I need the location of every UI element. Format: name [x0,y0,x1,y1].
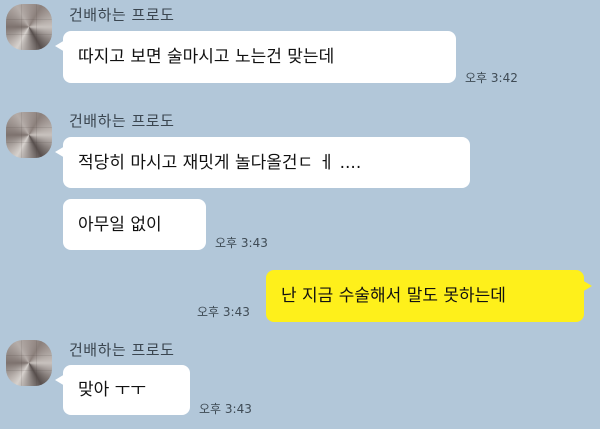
message-time: 오후 3:42 [465,71,518,85]
sender-avatar[interactable] [6,340,52,386]
my-message-bubble[interactable]: 난 지금 수술해서 말도 못하는데 [266,270,592,322]
sender-name: 건배하는 프로도 [69,112,175,130]
message-bubble[interactable]: 아무일 없이 [63,199,206,250]
message-bubble[interactable]: 따지고 보면 술마시고 노는건 맞는데 [55,31,456,83]
message-bubble[interactable]: 적당히 마시고 재밋게 놀다올건ㄷ ㅔ .... [55,137,470,188]
sender-avatar[interactable] [6,112,52,158]
sender-avatar[interactable] [6,4,52,50]
sender-name: 건배하는 프로도 [69,341,175,359]
sender-name: 건배하는 프로도 [69,6,175,24]
message-time: 오후 3:43 [199,402,252,416]
message-time: 오후 3:43 [215,236,268,250]
chat-area: 건배하는 프로도 따지고 보면 술마시고 노는건 맞는데 오후 3:42 건배하… [0,0,600,429]
message-time: 오후 3:43 [197,305,250,319]
message-bubble[interactable]: 맞아 ㅜㅜ [55,365,190,415]
